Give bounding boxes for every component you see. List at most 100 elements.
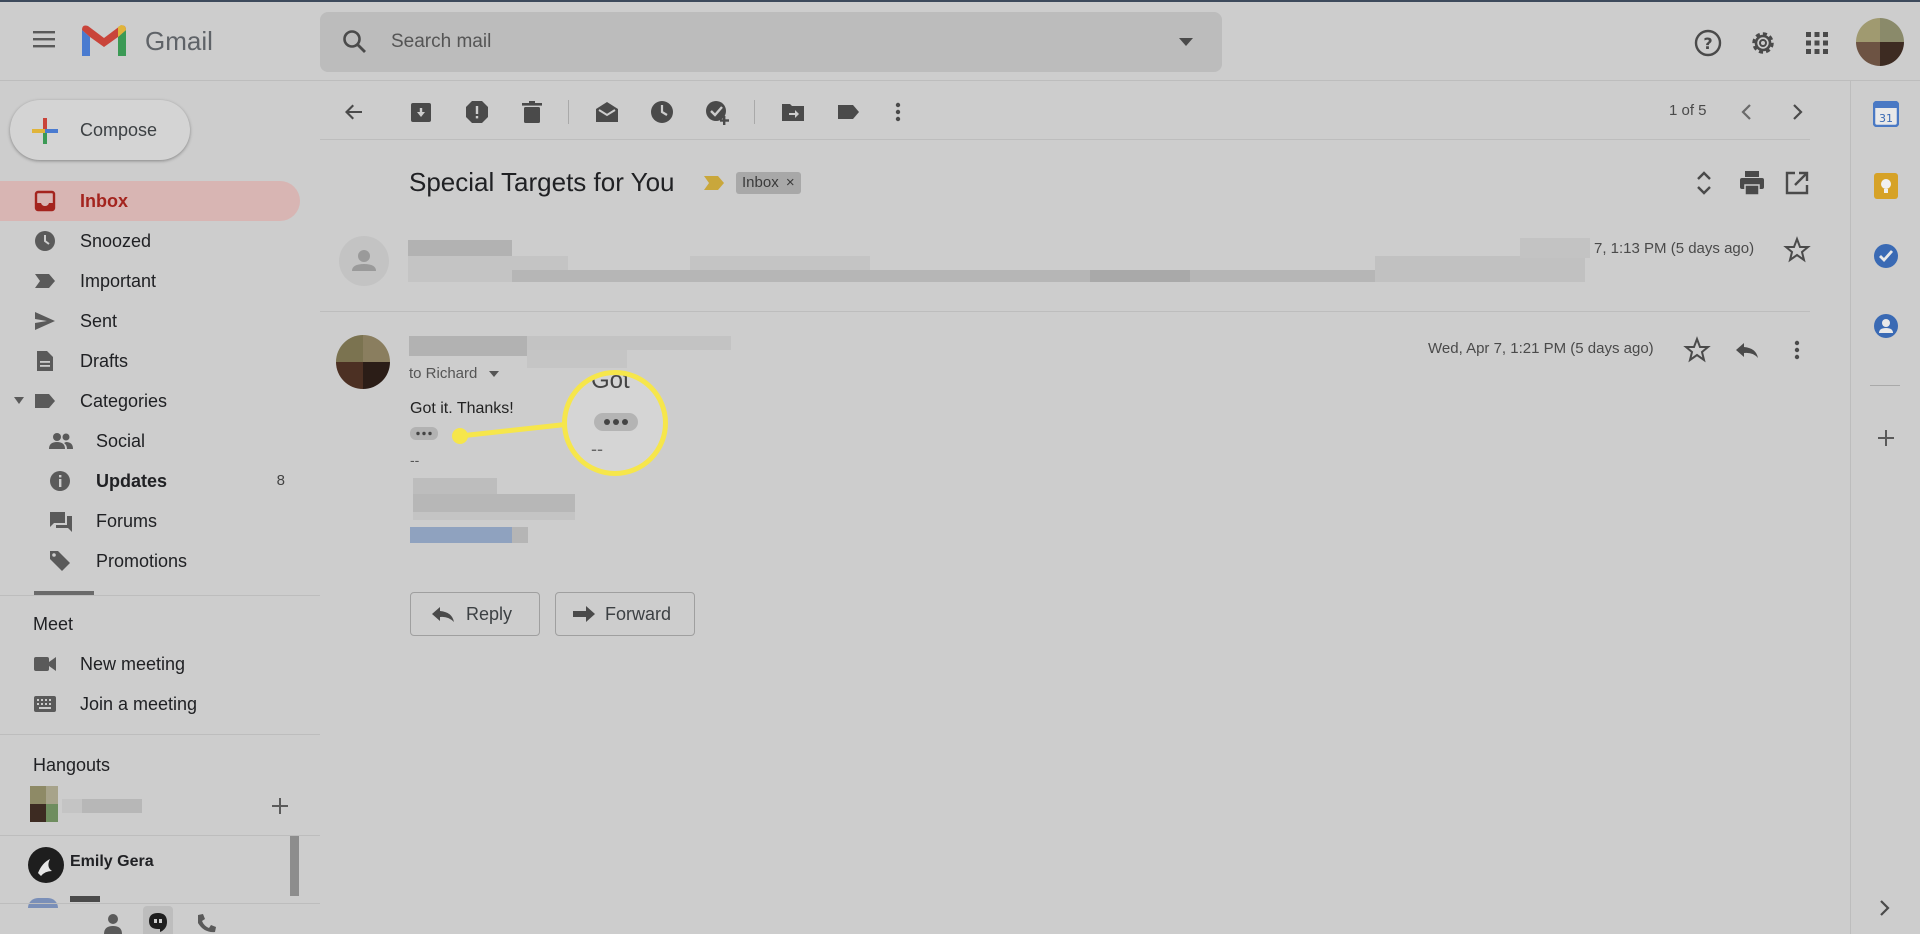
nav-item-social[interactable]: Social (0, 421, 300, 461)
inbox-icon (34, 190, 56, 212)
forward-label: Forward (605, 604, 672, 624)
expand-arrow-icon[interactable] (14, 397, 24, 404)
remove-label-icon[interactable]: × (786, 174, 795, 191)
forward-button[interactable]: Forward (555, 592, 695, 636)
show-trimmed-content-button[interactable] (410, 427, 438, 440)
zoom-separator: -- (591, 439, 603, 459)
nav-item-drafts[interactable]: Drafts (0, 341, 300, 381)
print-icon[interactable] (1738, 170, 1766, 196)
sidebar-divider (0, 903, 320, 904)
contacts-icon[interactable] (1873, 313, 1899, 339)
add-to-tasks-icon[interactable] (703, 98, 731, 126)
nav-item-promotions[interactable]: Promotions (0, 541, 300, 581)
unread-count: 8 (276, 472, 285, 489)
important-marker-icon[interactable] (703, 175, 725, 191)
zoom-text: Got (591, 370, 630, 394)
blurred-snippet (690, 256, 870, 270)
apps-grid-icon[interactable] (1805, 31, 1829, 55)
label-as-icon[interactable] (834, 98, 862, 126)
join-meeting-label: Join a meeting (80, 694, 198, 714)
app-header: Gmail Search mail ? (0, 2, 1920, 80)
older-icon[interactable] (1783, 98, 1811, 126)
report-spam-icon[interactable] (463, 98, 491, 126)
hangouts-self-avatar[interactable] (26, 786, 62, 822)
person-icon[interactable] (103, 913, 123, 934)
join-meeting-item[interactable]: Join a meeting (0, 684, 300, 724)
move-to-icon[interactable] (779, 98, 807, 126)
add-icon[interactable] (270, 796, 290, 816)
sidebar-divider (0, 734, 320, 735)
nav-item-snoozed[interactable]: Snoozed (0, 221, 300, 261)
archive-icon[interactable] (407, 98, 435, 126)
open-new-window-icon[interactable] (1784, 170, 1810, 196)
nav-label: Drafts (80, 351, 129, 371)
star-icon[interactable] (1783, 236, 1811, 264)
pagination-label: 1 of 5 (1669, 102, 1707, 119)
search-bar[interactable]: Search mail (320, 12, 1222, 72)
newer-icon[interactable] (1733, 98, 1761, 126)
important-icon (34, 273, 56, 289)
nav-item-categories[interactable]: Categories (0, 381, 300, 421)
pagination-text: 1 of 5 (1669, 102, 1707, 120)
first-message-date: 7, 1:13 PM (5 days ago) (1594, 240, 1755, 257)
info-icon (49, 470, 71, 492)
blurred-sender (409, 336, 527, 356)
snooze-icon[interactable] (648, 98, 676, 126)
help-icon[interactable]: ? (1693, 28, 1723, 58)
nav-item-important[interactable]: Important (0, 261, 300, 301)
search-options-icon[interactable] (1179, 38, 1193, 46)
new-meeting-item[interactable]: New meeting (0, 644, 300, 684)
compose-button[interactable]: Compose (10, 100, 190, 160)
blurred-link (512, 527, 528, 543)
email-subject: Special Targets for You (409, 167, 675, 197)
delete-icon[interactable] (518, 98, 546, 126)
toolbar-divider (754, 100, 755, 124)
nav-item-forums[interactable]: Forums (0, 501, 300, 541)
tag-icon (49, 550, 71, 572)
draft-icon (36, 350, 54, 372)
header-divider (0, 80, 1920, 81)
reply-icon[interactable] (1733, 336, 1761, 364)
hangouts-scrollbar[interactable] (290, 836, 299, 896)
svg-text:?: ? (1703, 34, 1712, 53)
back-icon[interactable] (340, 98, 368, 126)
message-divider (320, 311, 1810, 312)
settings-icon[interactable] (1748, 28, 1778, 58)
label-chip-text: Inbox (742, 174, 779, 191)
reply-button[interactable]: Reply (410, 592, 540, 636)
zoomed-ellipsis-button (594, 413, 638, 431)
star-icon[interactable] (1683, 336, 1711, 364)
more-vert-icon[interactable] (1783, 336, 1811, 364)
contact-name[interactable]: Emily Gera (70, 853, 154, 871)
nav-label: Sent (80, 311, 118, 331)
nav-label: Promotions (96, 551, 188, 571)
app-name: Gmail (145, 26, 213, 56)
tasks-icon[interactable] (1873, 243, 1899, 269)
get-addons-icon[interactable] (1876, 428, 1896, 448)
nav-label: Updates (96, 471, 168, 491)
video-camera-icon (33, 655, 57, 673)
hangouts-tab[interactable] (143, 906, 173, 934)
nav-item-inbox[interactable]: Inbox (0, 181, 300, 221)
gmail-logo-icon[interactable] (80, 22, 128, 60)
nav-item-updates[interactable]: Updates 8 (0, 461, 300, 501)
keep-icon[interactable] (1873, 172, 1899, 200)
nav-label: Social (96, 431, 146, 451)
mark-unread-icon[interactable] (593, 98, 621, 126)
search-icon[interactable] (342, 29, 368, 55)
main-menu-icon[interactable] (31, 28, 57, 50)
account-avatar[interactable] (1856, 18, 1904, 66)
nav-label: Inbox (80, 191, 128, 211)
search-input[interactable]: Search mail (391, 31, 491, 53)
phone-icon[interactable] (196, 913, 216, 934)
blurred-signature (413, 478, 497, 494)
blurred-snippet (1375, 256, 1585, 282)
expand-all-icon[interactable] (1692, 168, 1716, 198)
more-vert-icon[interactable] (884, 98, 912, 126)
sidebar-divider (0, 595, 320, 596)
show-side-panel-icon[interactable] (1878, 898, 1892, 918)
calendar-icon[interactable]: 31 (1873, 101, 1899, 127)
sender-avatar[interactable] (336, 335, 390, 389)
contact-avatar[interactable] (28, 847, 64, 883)
nav-item-sent[interactable]: Sent (0, 301, 300, 341)
